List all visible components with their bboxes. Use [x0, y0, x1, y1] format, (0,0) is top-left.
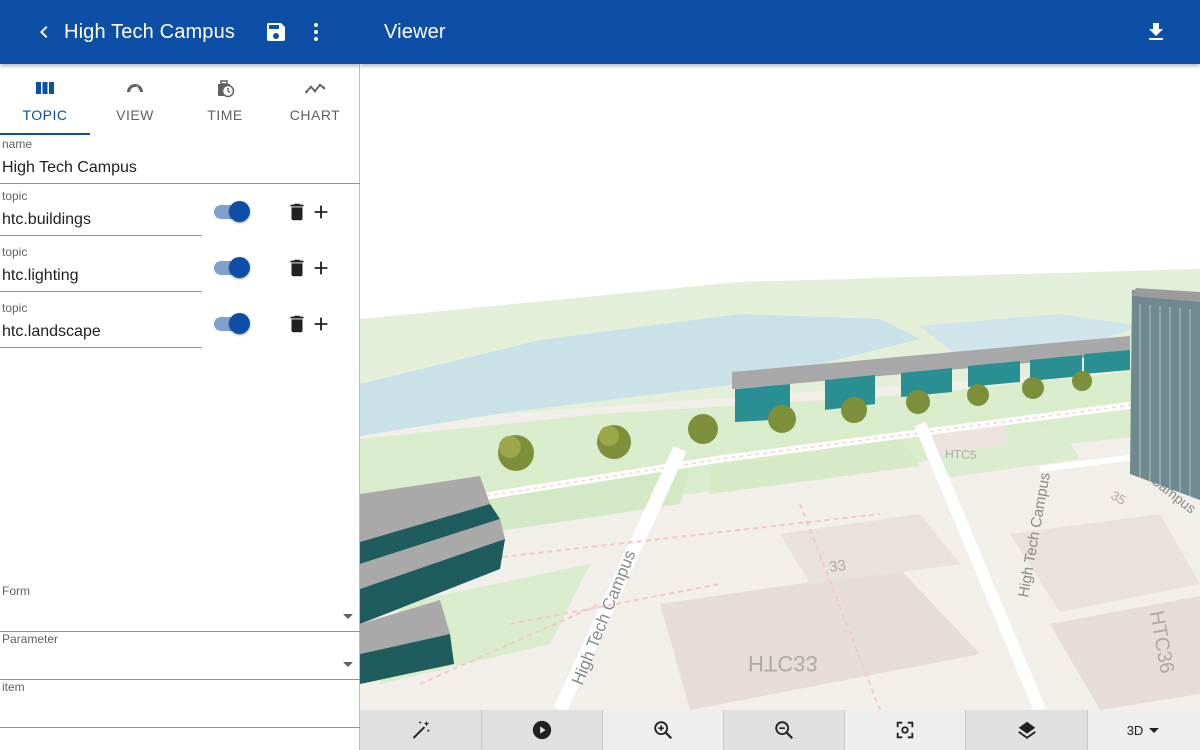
- name-field-label: name: [2, 137, 33, 151]
- topic-field-label: topic: [2, 245, 28, 259]
- form-select[interactable]: [2, 604, 342, 626]
- page-title: High Tech Campus: [64, 21, 236, 43]
- viewer-pane: Viewer High Tech Campus High Tech Campus…: [360, 0, 1200, 750]
- play-button[interactable]: [482, 710, 603, 750]
- topic-toggle-lighting[interactable]: [212, 256, 252, 280]
- item-input[interactable]: [2, 700, 358, 722]
- topic-underline: [0, 235, 202, 236]
- tree: [768, 405, 796, 433]
- building-block: [1084, 350, 1130, 374]
- tree: [499, 436, 521, 458]
- tab-label: TIME: [207, 107, 243, 123]
- tree: [967, 384, 989, 406]
- tree: [688, 414, 718, 444]
- viewer-app-bar: Viewer: [360, 0, 1200, 64]
- name-input[interactable]: High Tech Campus: [2, 159, 358, 177]
- viewer-toolbar: 3D: [360, 710, 1200, 750]
- view-mode-select[interactable]: 3D: [1088, 710, 1200, 750]
- topic-input-landscape[interactable]: htc.landscape: [2, 323, 202, 341]
- tab-topic[interactable]: TOPIC: [0, 64, 90, 136]
- viewer-title: Viewer: [384, 21, 446, 43]
- center-focus-icon: [896, 721, 914, 739]
- topic-editor-panel: High Tech Campus TOPIC VIEW TIME CHART n…: [0, 0, 360, 750]
- layers-icon: [1017, 721, 1036, 739]
- parameter-select-underline: [0, 679, 360, 680]
- line-chart-icon: [305, 83, 325, 94]
- time-lapse-bag-icon: [218, 80, 235, 98]
- delete-icon[interactable]: [286, 257, 308, 279]
- tab-label: VIEW: [116, 107, 154, 123]
- tree: [1022, 377, 1044, 399]
- 3d-map-canvas[interactable]: High Tech Campus High Tech Campus HTC33 …: [360, 64, 1200, 710]
- parameter-select[interactable]: [2, 652, 342, 674]
- tree: [1072, 371, 1092, 391]
- add-icon[interactable]: [310, 201, 332, 223]
- active-tab-indicator: [0, 133, 90, 135]
- view-columns-icon: [36, 82, 54, 94]
- zoom-in-icon: [654, 721, 673, 740]
- tab-chart[interactable]: CHART: [270, 64, 360, 136]
- layers-button[interactable]: [966, 710, 1088, 750]
- topic-underline: [0, 291, 202, 292]
- topic-underline: [0, 347, 202, 348]
- topic-input-buildings[interactable]: htc.buildings: [2, 211, 202, 229]
- form-select-label: Form: [2, 584, 30, 598]
- zoom-out-button[interactable]: [724, 710, 845, 750]
- tree: [906, 390, 930, 414]
- view-mode-label: 3D: [1126, 722, 1144, 738]
- tree: [841, 397, 867, 423]
- item-input-underline: [0, 727, 360, 728]
- tab-time[interactable]: TIME: [180, 64, 270, 136]
- tab-label: TOPIC: [22, 107, 68, 123]
- download-icon[interactable]: [1144, 20, 1168, 44]
- center-focus-button[interactable]: [845, 710, 966, 750]
- chevron-left-icon[interactable]: [32, 20, 56, 44]
- name-input-underline: [0, 183, 360, 184]
- zoom-out-icon: [775, 721, 794, 740]
- delete-icon[interactable]: [286, 201, 308, 223]
- building-label: HTC5: [945, 447, 977, 462]
- topic-field-label: topic: [2, 301, 28, 315]
- parameter-select-label: Parameter: [2, 632, 59, 646]
- dropdown-arrow-icon[interactable]: [343, 662, 353, 667]
- floppy-disk-icon[interactable]: [264, 20, 288, 44]
- topic-toggle-landscape[interactable]: [212, 312, 252, 336]
- speedometer-icon: [127, 84, 143, 93]
- item-field-label: item: [2, 680, 25, 694]
- topic-field-label: topic: [2, 189, 28, 203]
- magic-wand-button[interactable]: [360, 710, 482, 750]
- more-vertical-icon[interactable]: [304, 20, 328, 44]
- zoom-in-button[interactable]: [603, 710, 724, 750]
- tree: [599, 426, 619, 446]
- tab-bar: TOPIC VIEW TIME CHART: [0, 64, 360, 136]
- building-label: HTC33: [748, 651, 818, 676]
- building-number-label: 33: [828, 557, 847, 576]
- left-app-bar: High Tech Campus: [0, 0, 360, 64]
- dropdown-arrow-icon[interactable]: [343, 614, 353, 619]
- building-block: [901, 368, 952, 397]
- dropdown-arrow-icon: [1149, 728, 1160, 733]
- tab-view[interactable]: VIEW: [90, 64, 180, 136]
- add-icon[interactable]: [310, 313, 332, 335]
- play-circle-icon: [532, 720, 552, 740]
- add-icon[interactable]: [310, 257, 332, 279]
- magic-wand-icon: [412, 720, 430, 739]
- tab-label: CHART: [289, 107, 341, 123]
- topic-input-lighting[interactable]: htc.lighting: [2, 267, 202, 285]
- delete-icon[interactable]: [286, 313, 308, 335]
- topic-toggle-buildings[interactable]: [212, 200, 252, 224]
